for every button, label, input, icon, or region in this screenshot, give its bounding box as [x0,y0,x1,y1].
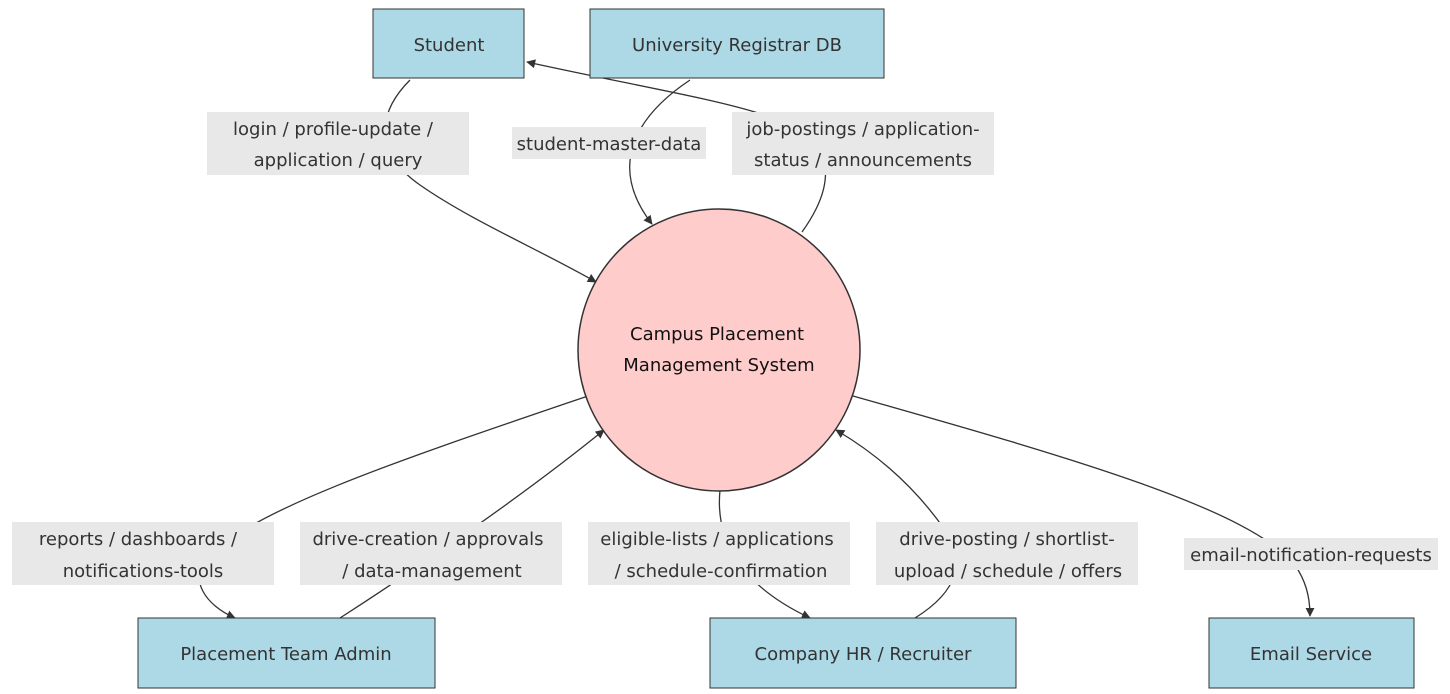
node-label: University Registrar DB [632,35,842,56]
label-line: eligible-lists / applications [600,529,834,550]
label-line: upload / schedule / offers [894,561,1122,582]
edge-label-hr-to-system: drive-posting / shortlist- upload / sche… [876,522,1138,585]
label-line: drive-posting / shortlist- [899,529,1114,550]
edge-label-system-to-student: job-postings / application- status / ann… [732,112,994,175]
label-line: status / announcements [754,150,972,171]
label-line: reports / dashboards / [39,529,238,550]
label-line: job-postings / application- [745,119,979,140]
node-email-service: Email Service [1208,617,1415,689]
edge-label-student-to-system: login / profile-update / application / q… [207,112,469,175]
edge-label-admin-to-system: drive-creation / approvals / data-manage… [300,522,562,585]
node-student: Student [372,8,525,79]
system-label-line1: Campus Placement [630,324,804,345]
label-line: email-notification-requests [1190,545,1432,566]
node-label: Placement Team Admin [180,644,391,665]
node-placement-admin: Placement Team Admin [137,617,436,689]
label-line: drive-creation / approvals [312,529,543,550]
label-line: student-master-data [517,134,702,155]
label-line: application / query [254,150,423,171]
node-registrar: University Registrar DB [589,8,885,79]
context-diagram: login / profile-update / application / q… [12,8,1438,689]
edge-label-registrar-to-system: student-master-data [512,127,706,159]
edge-student-to-system [384,79,597,283]
node-label: Email Service [1250,644,1372,665]
system-label-line2: Management System [623,355,814,376]
label-line: / schedule-confirmation [615,561,828,582]
node-system: Campus Placement Management System [577,208,861,492]
label-line: notifications-tools [63,561,224,582]
label-line: / data-management [342,561,521,582]
edge-label-system-to-admin: reports / dashboards / notifications-too… [12,522,274,585]
node-label: Student [414,35,485,56]
label-line: login / profile-update / [233,119,434,140]
edge-label-system-to-hr: eligible-lists / applications / schedule… [588,522,850,585]
edge-label-system-to-email: email-notification-requests [1184,538,1438,570]
node-label: Company HR / Recruiter [755,644,973,665]
node-company-hr: Company HR / Recruiter [709,617,1017,689]
